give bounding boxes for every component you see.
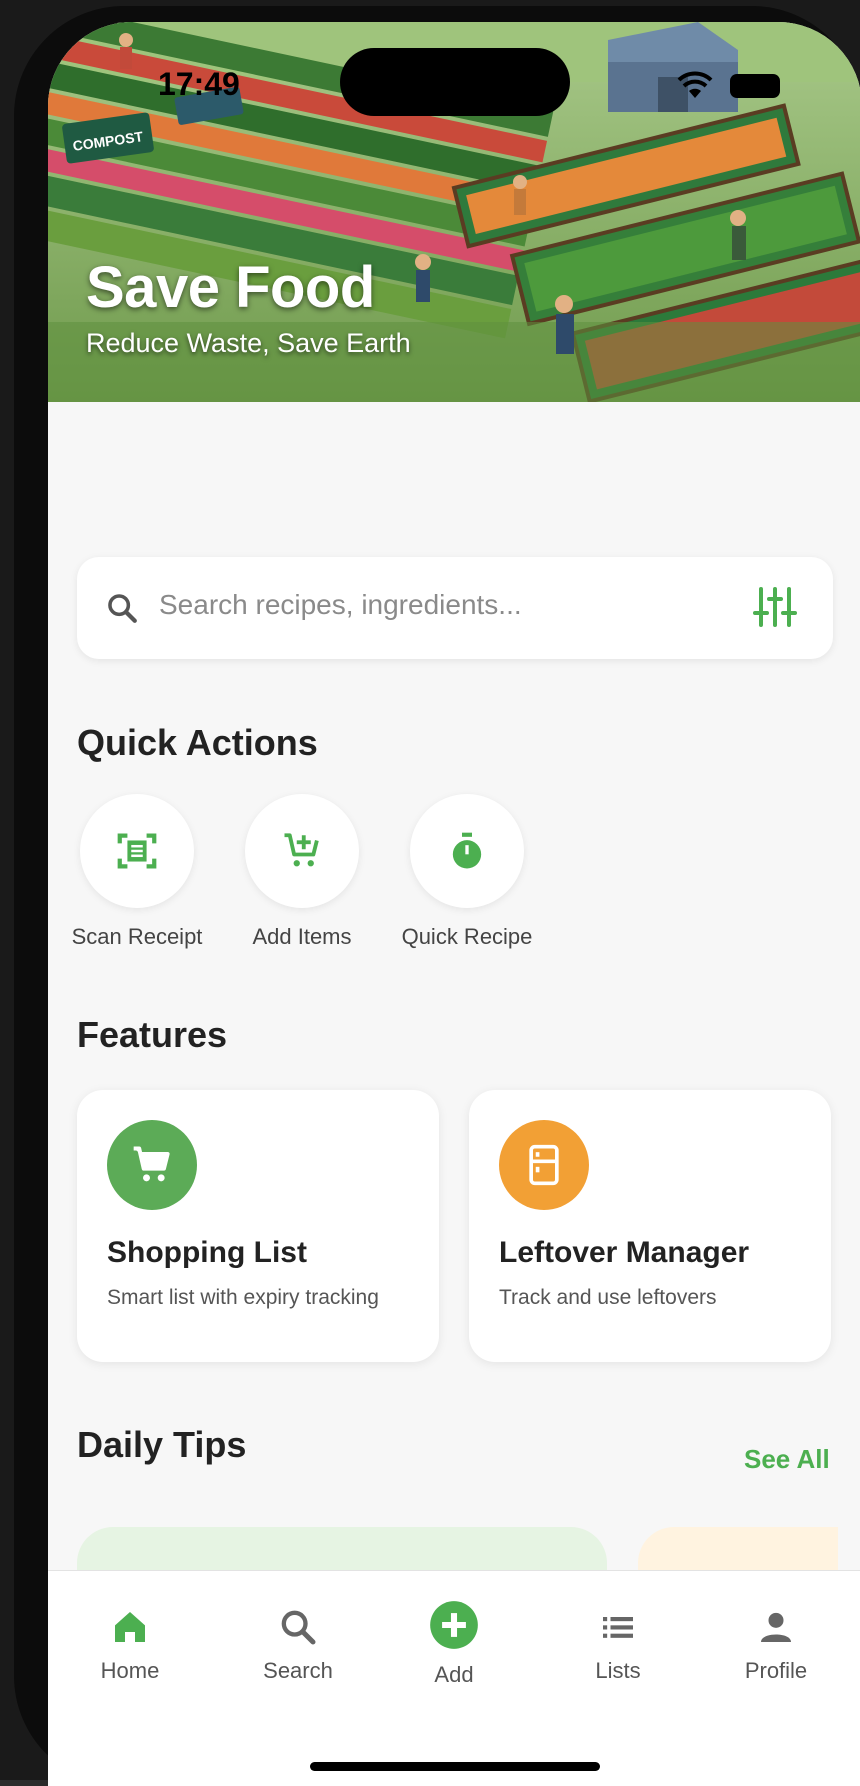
features-title: Features [77,1014,228,1055]
nav-search[interactable]: Search [238,1607,358,1684]
bottom-navigation: Home Search Add Lists Profile [48,1570,860,1786]
cart-plus-icon [284,833,319,867]
wifi-icon [677,71,713,98]
quick-actions-title: Quick Actions [77,722,318,763]
home-icon [115,1612,145,1642]
quick-action-label: Quick Recipe [401,924,533,949]
home-indicator [310,1762,600,1771]
feature-icon-circle [499,1120,589,1210]
quick-action-circle[interactable] [245,794,359,908]
quick-action-label: Add Items [252,924,352,949]
feature-description: Track and use leftovers [499,1286,717,1309]
search-input[interactable]: Search recipes, ingredients... [159,589,522,621]
nav-home[interactable]: Home [70,1607,190,1684]
daily-tips-title: Daily Tips [77,1424,247,1465]
nav-label: Lists [595,1658,641,1683]
fridge-icon [529,1144,559,1186]
phone-body: COMPOST Save Food Reduce Waste, Save Ear… [14,6,860,1786]
person-icon [761,1612,791,1642]
list-icon [603,1617,633,1638]
quick-action-quick-recipe[interactable]: Quick Recipe [392,794,542,950]
search-bar[interactable]: Search recipes, ingredients... [77,557,833,659]
feature-title: Shopping List [107,1236,307,1269]
search-icon [281,1610,316,1645]
battery-icon [730,74,780,98]
filter-sliders-icon[interactable] [753,587,797,627]
quick-action-add-items[interactable]: Add Items [227,794,377,950]
add-circle-icon [430,1601,478,1649]
nav-label: Profile [744,1658,808,1683]
feature-title: Leftover Manager [499,1236,750,1269]
see-all-link[interactable]: See All [744,1444,830,1475]
cart-icon [133,1146,170,1182]
search-icon [108,594,137,623]
timer-icon [452,832,482,869]
quick-action-scan-receipt[interactable]: Scan Receipt [62,794,212,950]
feature-card-shopping-list[interactable]: Shopping List Smart list with expiry tra… [77,1090,439,1362]
nav-profile[interactable]: Profile [716,1607,836,1684]
feature-card-leftover-manager[interactable]: Leftover Manager Track and use leftovers [469,1090,831,1362]
scan-receipt-icon [117,833,157,869]
device-frame: COMPOST Save Food Reduce Waste, Save Ear… [0,0,860,1786]
nav-add[interactable]: Add [394,1599,514,1688]
feature-description: Smart list with expiry tracking [107,1286,379,1309]
hero-title: Save Food [86,255,375,320]
feature-icon-circle [107,1120,197,1210]
quick-action-circle[interactable] [80,794,194,908]
app-screen: COMPOST Save Food Reduce Waste, Save Ear… [48,22,860,1786]
status-time: 17:49 [158,66,240,102]
dynamic-island [340,48,570,116]
nav-label: Add [434,1662,474,1687]
nav-label: Home [100,1658,160,1683]
quick-action-label: Scan Receipt [71,924,203,949]
nav-label: Search [263,1658,333,1683]
nav-lists[interactable]: Lists [558,1607,678,1684]
quick-action-circle[interactable] [410,794,524,908]
hero-subtitle: Reduce Waste, Save Earth [86,328,411,358]
